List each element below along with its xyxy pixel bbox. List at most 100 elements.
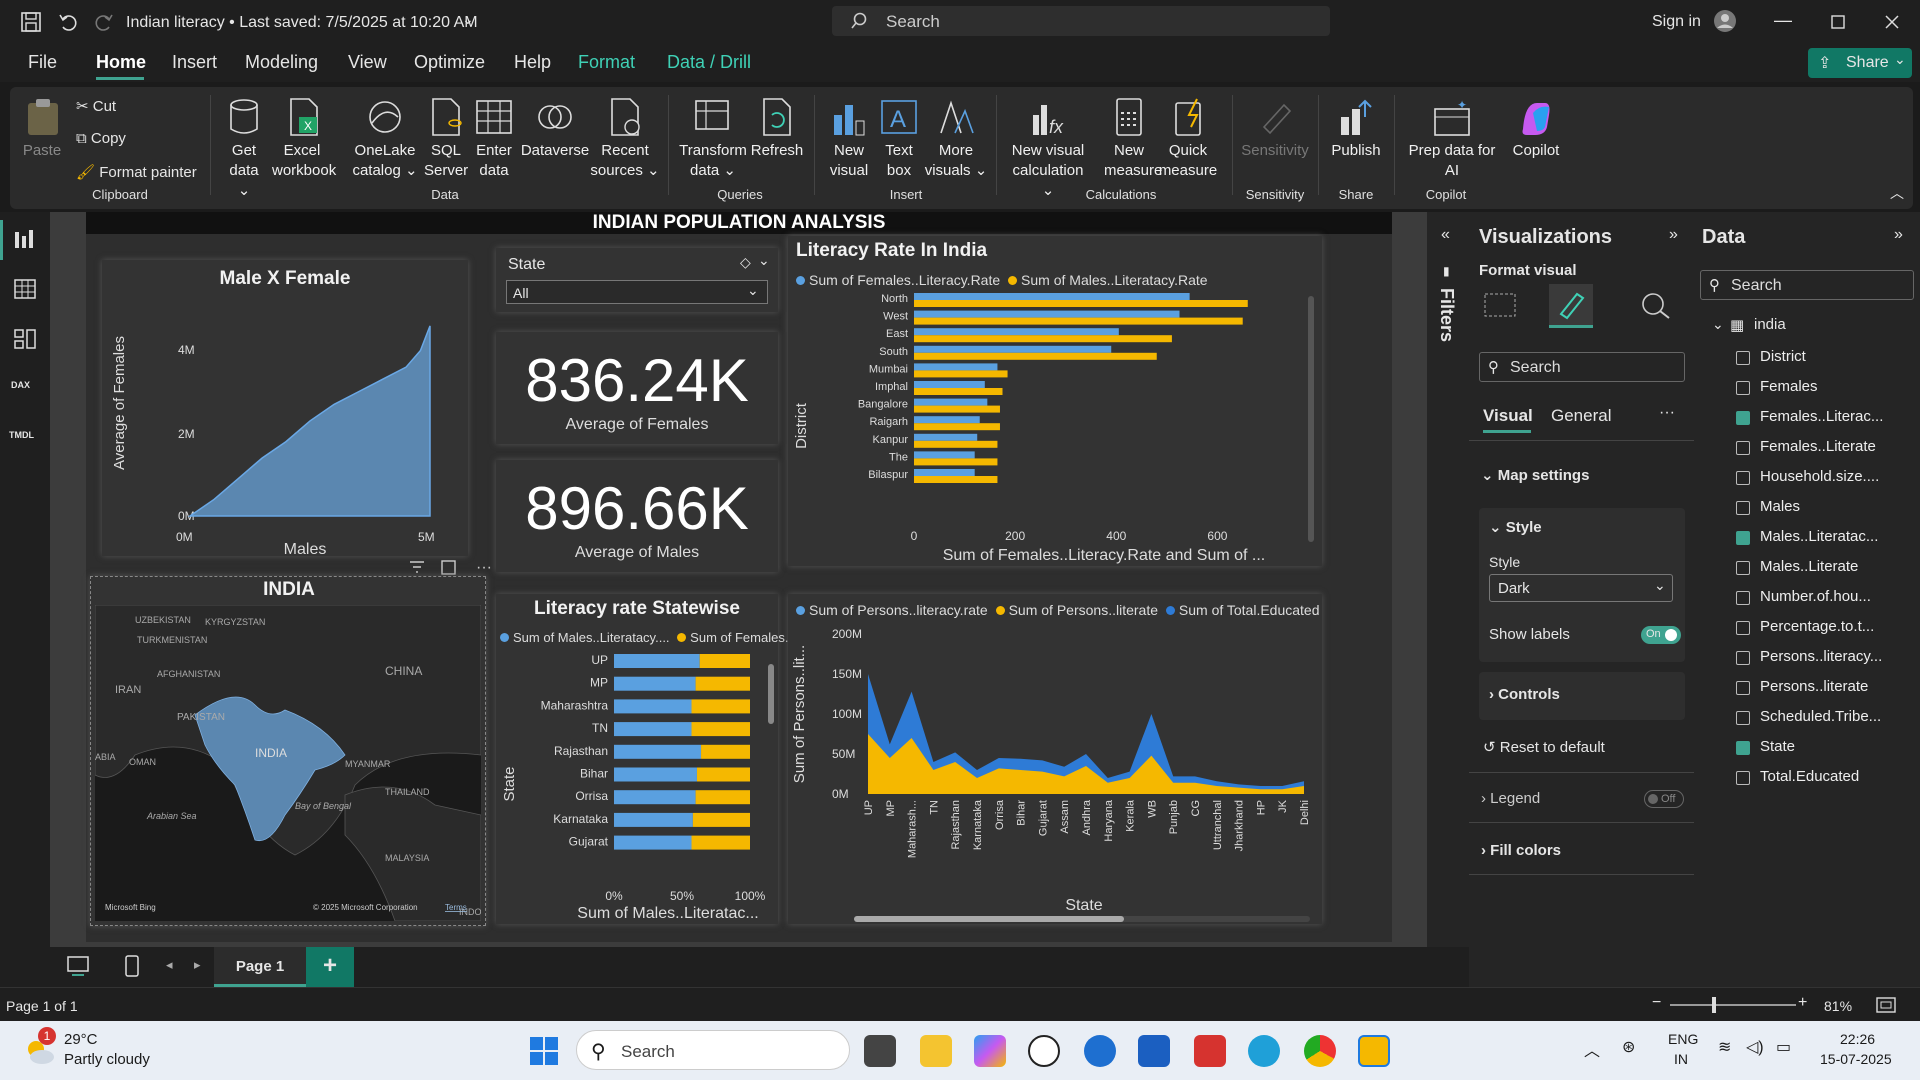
clock-date[interactable]: 15-07-2025 — [1820, 1051, 1892, 1067]
field-checkbox[interactable] — [1736, 351, 1750, 365]
field-checkbox[interactable] — [1736, 591, 1750, 605]
build-visual-icon[interactable] — [1483, 290, 1517, 320]
menu-format[interactable]: Format — [578, 52, 635, 73]
transform-data-button[interactable]: Transform data ⌄ — [678, 97, 748, 181]
quick-measure-button[interactable]: Quick measure — [1158, 97, 1218, 181]
bar-female[interactable] — [914, 381, 985, 388]
avatar[interactable] — [1713, 9, 1737, 33]
recent-sources-button[interactable]: Recent sources ⌄ — [590, 97, 660, 181]
bar-female[interactable] — [914, 363, 998, 371]
bar-female[interactable] — [914, 469, 975, 476]
clock-time[interactable]: 22:26 — [1840, 1031, 1875, 1047]
next-page-icon[interactable]: ▸ — [194, 957, 201, 973]
new-visual-button[interactable]: New visual — [826, 97, 872, 181]
bar-female[interactable] — [699, 654, 750, 668]
focus-mode-icon[interactable] — [441, 560, 456, 575]
bar-female[interactable] — [692, 812, 750, 827]
field-item[interactable]: Percentage.to.t... — [1760, 618, 1874, 635]
field-checkbox[interactable] — [1736, 771, 1750, 785]
bar-male[interactable] — [614, 744, 702, 759]
viz-search-input[interactable]: ⚲ Search — [1479, 352, 1685, 382]
controls-card[interactable]: › Controls — [1479, 672, 1685, 720]
bar-male[interactable] — [914, 317, 1243, 325]
field-item[interactable]: District — [1760, 348, 1806, 365]
add-page-button[interactable]: + — [306, 947, 354, 987]
enter-data-button[interactable]: Enter data — [472, 97, 516, 181]
table-view-icon[interactable] — [13, 278, 37, 300]
menu-view[interactable]: View — [348, 52, 387, 73]
bar-female[interactable] — [914, 433, 978, 441]
male-female-area-chart[interactable]: Male X Female Average of Females 4M 2M 0… — [102, 260, 492, 576]
eraser-icon[interactable]: ◇ — [740, 254, 751, 271]
state-slicer[interactable]: State ◇ ⌄ All ⌄ — [496, 248, 778, 312]
map-settings-header[interactable]: ⌄ Map settings — [1481, 466, 1589, 484]
bar-male[interactable] — [914, 476, 998, 483]
bar-male[interactable] — [914, 388, 1003, 395]
text-box-button[interactable]: A Text box — [876, 97, 922, 181]
menu-help[interactable]: Help — [514, 52, 551, 73]
windows-start-icon[interactable] — [528, 1035, 560, 1067]
field-item[interactable]: Males..Literatac... — [1760, 528, 1878, 545]
field-checkbox[interactable] — [1736, 561, 1750, 575]
zoom-in-icon[interactable]: + — [1798, 994, 1807, 1012]
excel-button[interactable]: X Excel workbook — [272, 97, 336, 181]
analytics-icon[interactable] — [1639, 290, 1673, 320]
bar-female[interactable] — [914, 416, 980, 424]
bar-female[interactable] — [701, 744, 750, 759]
bar-male[interactable] — [614, 790, 696, 805]
collapse-ribbon-icon[interactable]: ︿ — [1890, 183, 1904, 203]
chevron-down-icon[interactable]: ⌄ — [1712, 316, 1724, 333]
more-visuals-button[interactable]: More visuals ⌄ — [924, 97, 988, 181]
bar-female[interactable] — [695, 676, 750, 691]
refresh-button[interactable]: Refresh — [750, 97, 804, 161]
field-item[interactable]: Males — [1760, 498, 1800, 515]
model-view-icon[interactable] — [13, 328, 37, 350]
bar-male[interactable] — [914, 352, 1157, 360]
fit-to-page-icon[interactable] — [1876, 997, 1896, 1013]
field-item[interactable]: Females..Literate — [1760, 438, 1876, 455]
copilot-button[interactable]: Copilot — [1506, 97, 1566, 161]
field-checkbox[interactable] — [1736, 681, 1750, 695]
bar-male[interactable] — [614, 654, 700, 668]
bar-male[interactable] — [914, 423, 1000, 431]
tab-visual[interactable]: Visual — [1483, 406, 1533, 426]
publish-button[interactable]: Publish — [1326, 97, 1386, 161]
chrome-icon[interactable] — [1304, 1035, 1336, 1067]
dell-icon[interactable] — [1084, 1035, 1116, 1067]
field-checkbox[interactable] — [1736, 381, 1750, 395]
mobile-layout-icon[interactable] — [124, 955, 140, 977]
redo-icon[interactable] — [93, 11, 115, 33]
global-search[interactable]: Search — [832, 6, 1330, 36]
fill-colors-header[interactable]: › Fill colors — [1481, 842, 1561, 859]
network-status-icon[interactable]: ⊛ — [1622, 1037, 1635, 1057]
chevron-down-icon[interactable]: ⌄ — [758, 252, 770, 269]
battery-icon[interactable]: ▭ — [1776, 1037, 1791, 1057]
language-code[interactable]: ENG — [1668, 1031, 1698, 1047]
format-visual-tab[interactable] — [1549, 284, 1593, 328]
previous-page-icon[interactable]: ◂ — [166, 957, 173, 973]
show-labels-toggle[interactable]: On — [1641, 626, 1681, 644]
bar-male[interactable] — [914, 300, 1248, 307]
legend-section-header[interactable]: › Legend — [1481, 790, 1540, 807]
sign-in-link[interactable]: Sign in — [1652, 13, 1701, 31]
india-map-visual[interactable]: INDIA UZBEKISTAN KYRGYZSTAN TURKMENISTAN… — [90, 576, 486, 926]
file-explorer-icon[interactable] — [920, 1035, 952, 1067]
undo-icon[interactable] — [57, 11, 79, 33]
field-item[interactable]: Females — [1760, 378, 1818, 395]
bar-female[interactable] — [914, 398, 988, 406]
field-checkbox[interactable] — [1736, 621, 1750, 635]
field-item[interactable]: Persons..literate — [1760, 678, 1868, 695]
bar-male[interactable] — [614, 699, 692, 714]
bar-female[interactable] — [914, 310, 1180, 318]
bar-male[interactable] — [914, 370, 1008, 378]
field-checkbox[interactable] — [1736, 411, 1750, 425]
literacy-india-bar-chart[interactable]: Literacy Rate In India Sum of Females..L… — [788, 236, 1322, 566]
prep-data-button[interactable]: ✦ Prep data for AI — [1402, 97, 1502, 181]
taskbar-search[interactable]: ⚲ Search — [576, 1030, 850, 1070]
field-item[interactable]: Persons..literacy... — [1760, 648, 1882, 665]
field-checkbox[interactable] — [1736, 531, 1750, 545]
cut-button[interactable]: ✂ Cut — [76, 97, 116, 115]
bar-female[interactable] — [695, 790, 750, 805]
bar-male[interactable] — [614, 722, 692, 737]
close-icon[interactable] — [1885, 15, 1899, 29]
